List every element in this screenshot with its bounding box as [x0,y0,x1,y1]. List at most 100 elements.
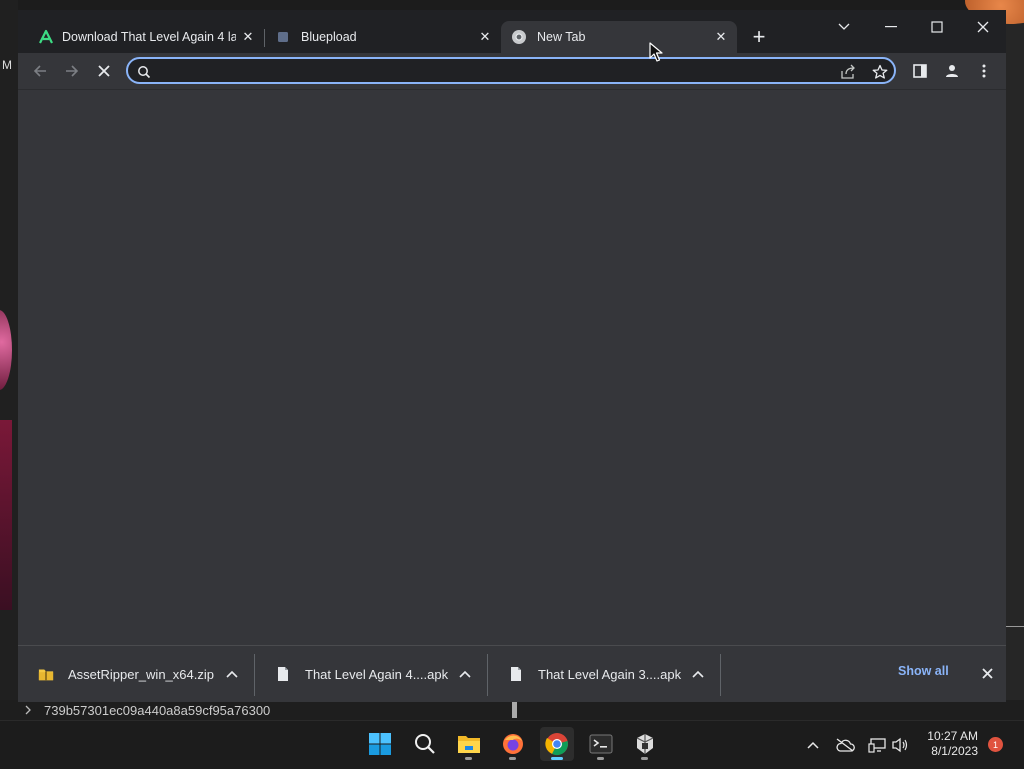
chevron-up-icon [459,670,471,678]
terminal-hash-text: 739b57301ec09a440a8a59cf95a76300 [44,702,271,718]
close-download-shelf-button[interactable] [978,664,996,682]
tab-download-that-level-again[interactable]: Download That Level Again 4 latest ✕ [28,21,264,53]
share-button[interactable] [839,63,857,81]
chrome-icon [545,733,568,756]
background-divider [1006,626,1024,627]
person-icon [946,65,958,77]
terminal-icon [589,734,613,754]
notification-badge[interactable]: 1 [988,737,1003,752]
chrome-icon [512,30,526,44]
tab-close-button[interactable]: ✕ [477,29,493,45]
running-indicator [465,757,472,760]
sandbox-icon [636,734,654,754]
share-icon [841,64,855,79]
show-all-downloads-link[interactable]: Show all [898,664,949,678]
star-icon [872,64,888,79]
download-options-button[interactable] [224,666,240,682]
side-panel-button[interactable] [906,57,934,85]
file-explorer-button[interactable] [452,727,486,761]
chrome-menu-button[interactable] [970,57,998,85]
text-cursor-block [512,702,517,718]
firefox-icon [503,734,523,754]
download-filename: AssetRipper_win_x64.zip [68,666,214,682]
search-icon [415,734,435,754]
taskbar-clock[interactable]: 10:27 AM 8/1/2023 [900,729,978,759]
tab-close-button[interactable]: ✕ [713,29,729,45]
network-button[interactable] [867,735,887,755]
bookmark-star-button[interactable] [871,63,889,81]
onedrive-button[interactable] [835,735,855,755]
windows-taskbar: 10:27 AM 8/1/2023 1 [0,720,1024,769]
browser-toolbar [18,53,1006,89]
arrow-left-icon [33,65,46,77]
minimize-button[interactable] [868,13,914,41]
chevron-up-icon [807,741,819,749]
tab-title: Download That Level Again 4 latest [62,30,236,44]
file-icon [275,665,291,683]
close-icon [981,667,993,679]
minimize-icon [885,26,897,28]
back-button[interactable] [26,57,54,85]
search-button[interactable] [408,727,442,761]
download-item-that-level-again-3[interactable]: That Level Again 3....apk [488,646,720,702]
background-wallpaper-shape-2 [0,420,12,610]
kebab-menu-icon [982,64,986,78]
running-indicator [641,757,648,760]
maximize-button[interactable] [914,13,960,41]
page-content-area [18,89,1006,646]
arrow-right-icon [66,65,79,77]
tab-bluepload[interactable]: Bluepload ✕ [265,21,501,53]
file-icon [508,665,524,683]
chevron-right-icon [25,705,31,715]
tab-title: New Tab [537,30,586,44]
chevron-up-icon [692,670,704,678]
clock-time: 10:27 AM [927,729,978,743]
chrome-window: Download That Level Again 4 latest ✕ Blu… [18,10,1006,702]
running-indicator [597,757,604,760]
download-separator [720,654,721,696]
close-icon [977,21,989,33]
tab-new-tab[interactable]: New Tab ✕ [501,21,737,53]
blank-page-icon [278,32,288,42]
mouse-pointer-icon [649,42,663,62]
cloud-offline-icon [836,738,855,752]
maximize-icon [931,21,943,33]
download-options-button[interactable] [457,666,473,682]
background-window-letter: M [2,58,12,72]
zip-folder-icon [38,665,54,683]
download-options-button[interactable] [690,666,706,682]
search-icon [135,63,153,81]
address-input[interactable] [158,61,822,83]
download-shelf: AssetRipper_win_x64.zip That Level Again… [18,645,1006,702]
chrome-taskbar-button[interactable] [540,727,574,761]
desktop-background-right [1006,0,1024,700]
terminal-line: 739b57301ec09a440a8a59cf95a76300 [24,700,270,720]
close-window-button[interactable] [960,13,1006,41]
tab-close-button[interactable]: ✕ [240,29,256,45]
stop-x-icon [98,65,110,77]
stop-loading-button[interactable] [90,57,118,85]
download-item-assetripper[interactable]: AssetRipper_win_x64.zip [18,646,254,702]
network-icon [868,738,886,753]
side-panel-icon [913,64,927,78]
download-filename: That Level Again 3....apk [538,666,682,682]
download-item-that-level-again-4[interactable]: That Level Again 4....apk [255,646,487,702]
file-explorer-icon [458,736,480,753]
tab-search-button[interactable] [821,13,867,41]
apkcombo-a-icon [39,29,53,44]
new-tab-button[interactable]: + [747,24,771,49]
forward-button[interactable] [58,57,86,85]
address-bar[interactable] [126,57,896,84]
show-hidden-icons-button[interactable] [803,735,823,755]
start-icon [369,733,391,755]
download-filename: That Level Again 4....apk [305,666,449,682]
sandbox-button[interactable] [628,727,662,761]
firefox-button[interactable] [496,727,530,761]
tab-title: Bluepload [301,30,357,44]
start-button[interactable] [363,727,397,761]
chevron-up-icon [226,670,238,678]
chevron-down-icon [838,23,850,30]
terminal-button[interactable] [584,727,618,761]
clock-date: 8/1/2023 [931,744,978,758]
profile-button[interactable] [938,57,966,85]
